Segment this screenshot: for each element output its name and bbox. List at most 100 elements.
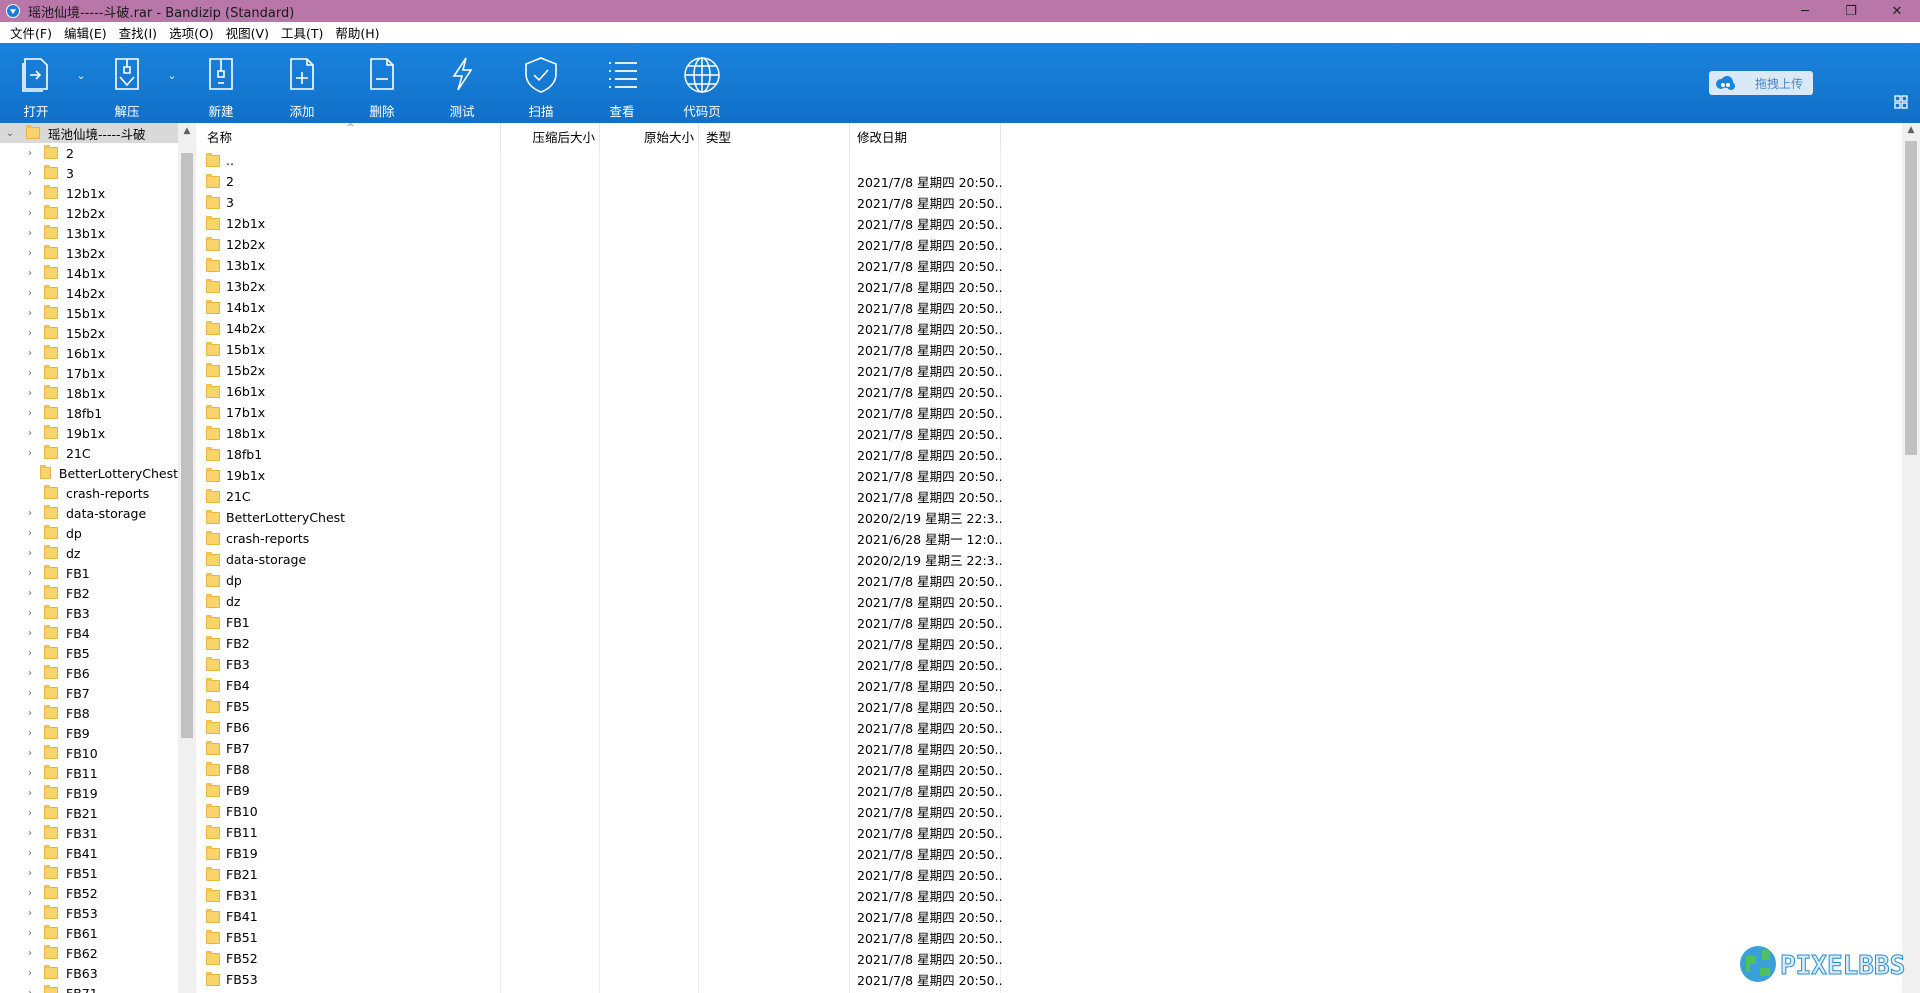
tree-item[interactable]: › 12b1x: [0, 183, 178, 203]
expand-chevron-icon[interactable]: ›: [24, 887, 36, 899]
expand-chevron-icon[interactable]: ›: [24, 807, 36, 819]
tree-item[interactable]: › FB6: [0, 663, 178, 683]
tree-item[interactable]: › data-storage: [0, 503, 178, 523]
file-row[interactable]: ..: [200, 150, 1902, 171]
menu-find[interactable]: 查找(I): [113, 23, 163, 42]
menu-file[interactable]: 文件(F): [4, 23, 58, 42]
file-row[interactable]: FB5 2021/7/8 星期四 20:50...: [200, 696, 1902, 717]
tree-root-item[interactable]: ⌄ 瑶池仙境-----斗破: [0, 123, 178, 143]
tree-item[interactable]: › 13b1x: [0, 223, 178, 243]
tree-item[interactable]: › FB4: [0, 623, 178, 643]
file-row[interactable]: dz 2021/7/8 星期四 20:50...: [200, 591, 1902, 612]
expand-chevron-icon[interactable]: ›: [24, 967, 36, 979]
open-dropdown-chevron-icon[interactable]: ⌄: [74, 69, 88, 83]
tree-item[interactable]: › 13b2x: [0, 243, 178, 263]
file-row[interactable]: FB1 2021/7/8 星期四 20:50...: [200, 612, 1902, 633]
expand-chevron-icon[interactable]: ›: [24, 727, 36, 739]
file-row[interactable]: 17b1x 2021/7/8 星期四 20:50...: [200, 402, 1902, 423]
expand-chevron-icon[interactable]: [24, 467, 32, 479]
tree-item[interactable]: › FB7: [0, 683, 178, 703]
tree-item[interactable]: › FB5: [0, 643, 178, 663]
expand-chevron-icon[interactable]: ›: [24, 707, 36, 719]
grid-view-icon[interactable]: [1894, 95, 1908, 109]
expand-chevron-icon[interactable]: ›: [24, 167, 36, 179]
tree-item[interactable]: BetterLotteryChest: [0, 463, 178, 483]
expand-chevron-icon[interactable]: ›: [24, 547, 36, 559]
tree-scroll-thumb[interactable]: [181, 153, 193, 738]
tree-item[interactable]: › FB3: [0, 603, 178, 623]
file-row[interactable]: 13b1x 2021/7/8 星期四 20:50...: [200, 255, 1902, 276]
expand-chevron-icon[interactable]: ›: [24, 867, 36, 879]
expand-chevron-icon[interactable]: ›: [24, 747, 36, 759]
tree-item[interactable]: › FB1: [0, 563, 178, 583]
column-original-header[interactable]: 原始大小: [600, 123, 699, 149]
tree-item[interactable]: › 16b1x: [0, 343, 178, 363]
menu-help[interactable]: 帮助(H): [329, 23, 385, 42]
extract-button[interactable]: 解压: [95, 43, 159, 123]
expand-chevron-icon[interactable]: ›: [24, 667, 36, 679]
file-row[interactable]: FB11 2021/7/8 星期四 20:50...: [200, 822, 1902, 843]
file-row[interactable]: 12b1x 2021/7/8 星期四 20:50...: [200, 213, 1902, 234]
tree-item[interactable]: › 18fb1: [0, 403, 178, 423]
expand-chevron-icon[interactable]: ›: [24, 647, 36, 659]
file-row[interactable]: FB7 2021/7/8 星期四 20:50...: [200, 738, 1902, 759]
scan-button[interactable]: 扫描: [509, 43, 573, 123]
view-button[interactable]: 查看: [590, 43, 654, 123]
tree-item[interactable]: › FB51: [0, 863, 178, 883]
expand-chevron-icon[interactable]: ›: [24, 827, 36, 839]
expand-chevron-icon[interactable]: ›: [24, 587, 36, 599]
tree-item[interactable]: › FB8: [0, 703, 178, 723]
menu-options[interactable]: 选项(O): [163, 23, 220, 42]
tree-item[interactable]: › 2: [0, 143, 178, 163]
menu-tools[interactable]: 工具(T): [275, 23, 329, 42]
file-row[interactable]: BetterLotteryChest 2020/2/19 星期三 22:3...: [200, 507, 1902, 528]
expand-chevron-icon[interactable]: ›: [24, 767, 36, 779]
file-row[interactable]: FB4 2021/7/8 星期四 20:50...: [200, 675, 1902, 696]
tree-scrollbar[interactable]: ▲: [178, 123, 196, 993]
tree-item[interactable]: › FB9: [0, 723, 178, 743]
expand-chevron-icon[interactable]: ›: [24, 187, 36, 199]
drag-upload-button[interactable]: 拖拽上传: [1709, 71, 1813, 95]
tree-item[interactable]: › FB21: [0, 803, 178, 823]
tree-item[interactable]: › FB2: [0, 583, 178, 603]
expand-chevron-icon[interactable]: ›: [24, 267, 36, 279]
tree-item[interactable]: › FB61: [0, 923, 178, 943]
list-scroll-thumb[interactable]: [1905, 141, 1917, 455]
expand-chevron-icon[interactable]: ›: [24, 387, 36, 399]
column-compressed-header[interactable]: 压缩后大小: [501, 123, 600, 149]
tree-item[interactable]: › FB31: [0, 823, 178, 843]
expand-chevron-icon[interactable]: ›: [24, 527, 36, 539]
tree-item[interactable]: › dz: [0, 543, 178, 563]
file-row[interactable]: 15b1x 2021/7/8 星期四 20:50...: [200, 339, 1902, 360]
delete-button[interactable]: 删除: [350, 43, 414, 123]
tree-item[interactable]: › 17b1x: [0, 363, 178, 383]
expand-chevron-icon[interactable]: ›: [24, 227, 36, 239]
expand-chevron-icon[interactable]: ›: [24, 687, 36, 699]
tree-item[interactable]: › 15b2x: [0, 323, 178, 343]
file-row[interactable]: 16b1x 2021/7/8 星期四 20:50...: [200, 381, 1902, 402]
minimize-button[interactable]: ─: [1782, 0, 1828, 22]
file-row[interactable]: 21C 2021/7/8 星期四 20:50...: [200, 486, 1902, 507]
file-row[interactable]: 18b1x 2021/7/8 星期四 20:50...: [200, 423, 1902, 444]
new-archive-button[interactable]: 新建: [189, 43, 253, 123]
tree-item[interactable]: › 15b1x: [0, 303, 178, 323]
file-row[interactable]: 12b2x 2021/7/8 星期四 20:50...: [200, 234, 1902, 255]
test-button[interactable]: 测试: [430, 43, 494, 123]
expand-chevron-icon[interactable]: ›: [24, 347, 36, 359]
extract-dropdown-chevron-icon[interactable]: ⌄: [165, 69, 179, 83]
tree-item[interactable]: › FB11: [0, 763, 178, 783]
tree-item[interactable]: › FB41: [0, 843, 178, 863]
tree-item[interactable]: › dp: [0, 523, 178, 543]
expand-chevron-icon[interactable]: ›: [24, 507, 36, 519]
close-button[interactable]: ✕: [1874, 0, 1920, 22]
file-row[interactable]: FB21 2021/7/8 星期四 20:50...: [200, 864, 1902, 885]
expand-chevron-icon[interactable]: ›: [24, 627, 36, 639]
tree-item[interactable]: › 18b1x: [0, 383, 178, 403]
menu-edit[interactable]: 编辑(E): [58, 23, 113, 42]
file-row[interactable]: 3 2021/7/8 星期四 20:50...: [200, 192, 1902, 213]
expand-chevron-icon[interactable]: [24, 487, 36, 499]
expand-chevron-icon[interactable]: ›: [24, 327, 36, 339]
tree-item[interactable]: › 19b1x: [0, 423, 178, 443]
file-row[interactable]: FB3 2021/7/8 星期四 20:50...: [200, 654, 1902, 675]
expand-chevron-icon[interactable]: ›: [24, 287, 36, 299]
